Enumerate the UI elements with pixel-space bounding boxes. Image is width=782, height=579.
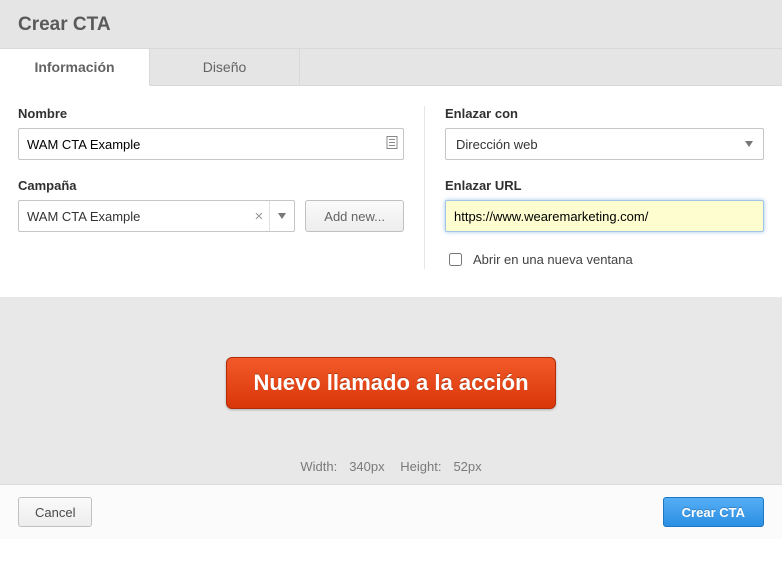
tab-label: Diseño bbox=[203, 59, 247, 75]
campaign-select[interactable]: WAM CTA Example × bbox=[18, 200, 295, 232]
modal-title: Crear CTA bbox=[18, 14, 764, 36]
name-label: Nombre bbox=[18, 106, 404, 121]
link-with-value: Dirección web bbox=[456, 137, 538, 152]
height-label: Height: bbox=[400, 459, 441, 474]
dimensions-readout: Width: 340px Height: 52px bbox=[0, 459, 782, 474]
cta-preview-button[interactable]: Nuevo llamado a la acción bbox=[226, 357, 555, 409]
modal-header: Crear CTA bbox=[0, 0, 782, 49]
open-new-window-label: Abrir en una nueva ventana bbox=[473, 252, 633, 267]
contacts-icon[interactable] bbox=[386, 136, 398, 153]
tab-bar: Información Diseño bbox=[0, 49, 782, 86]
modal-footer: Cancel Crear CTA bbox=[0, 484, 782, 539]
link-url-group: Enlazar URL bbox=[445, 178, 764, 232]
link-url-input[interactable] bbox=[445, 200, 764, 232]
form-column-left: Nombre Campaña WAM CTA Example × bbox=[18, 106, 404, 269]
name-group: Nombre bbox=[18, 106, 404, 160]
name-input[interactable] bbox=[18, 128, 404, 160]
campaign-group: Campaña WAM CTA Example × Add new... bbox=[18, 178, 404, 232]
link-with-group: Enlazar con Dirección web bbox=[445, 106, 764, 160]
chevron-down-icon[interactable] bbox=[269, 201, 286, 231]
link-with-label: Enlazar con bbox=[445, 106, 764, 121]
campaign-value: WAM CTA Example bbox=[27, 209, 255, 224]
link-with-select[interactable]: Dirección web bbox=[445, 128, 764, 160]
open-new-window-row: Abrir en una nueva ventana bbox=[445, 250, 764, 269]
create-cta-modal: Crear CTA Información Diseño Nombre Camp… bbox=[0, 0, 782, 539]
width-value: 340px bbox=[349, 459, 384, 474]
form-area: Nombre Campaña WAM CTA Example × bbox=[0, 86, 782, 297]
link-url-label: Enlazar URL bbox=[445, 178, 764, 193]
campaign-label: Campaña bbox=[18, 178, 404, 193]
clear-icon[interactable]: × bbox=[255, 208, 264, 225]
width-label: Width: bbox=[300, 459, 337, 474]
open-new-window-checkbox[interactable] bbox=[449, 253, 462, 266]
cancel-button[interactable]: Cancel bbox=[18, 497, 92, 527]
tab-label: Información bbox=[34, 59, 114, 75]
tab-diseno[interactable]: Diseño bbox=[150, 49, 300, 85]
form-column-right: Enlazar con Dirección web Enlazar URL Ab… bbox=[424, 106, 764, 269]
preview-area: Nuevo llamado a la acción Width: 340px He… bbox=[0, 297, 782, 484]
create-cta-button[interactable]: Crear CTA bbox=[663, 497, 764, 527]
add-new-button[interactable]: Add new... bbox=[305, 200, 404, 232]
tab-informacion[interactable]: Información bbox=[0, 49, 150, 86]
chevron-down-icon bbox=[745, 141, 753, 147]
height-value: 52px bbox=[453, 459, 481, 474]
